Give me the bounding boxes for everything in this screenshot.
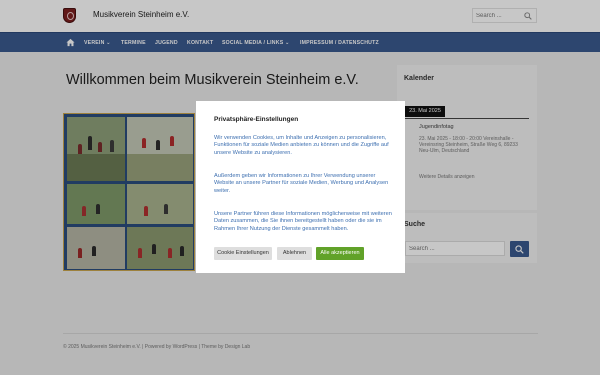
cookie-dialog-title: Privatsphäre-Einstellungen [214,116,299,123]
cookie-paragraph-2: Außerdem geben wir Informationen zu Ihre… [214,173,389,194]
cookie-consent-dialog: Privatsphäre-Einstellungen Wir verwenden… [196,101,405,273]
accept-all-button[interactable]: Alle akzeptieren [316,247,364,260]
cookie-settings-button[interactable]: Cookie Einstellungen [214,247,272,260]
cookie-paragraph-1: Wir verwenden Cookies, um Inhalte und An… [214,135,389,156]
reject-button[interactable]: Ablehnen [277,247,312,260]
cookie-paragraph-3: Unsere Partner führen diese Informatione… [214,211,392,232]
